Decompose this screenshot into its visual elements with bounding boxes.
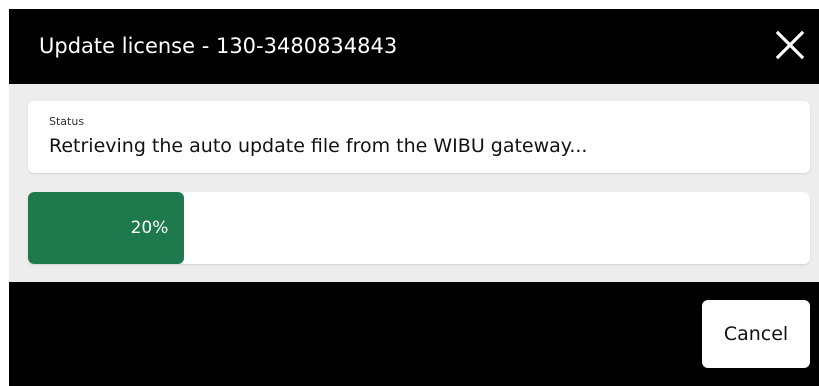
close-icon	[775, 30, 805, 60]
update-license-dialog: Update license - 130-3480834843 Status R…	[9, 9, 819, 386]
dialog-title: Update license - 130-3480834843	[39, 34, 398, 58]
progress-percent: 20%	[130, 218, 169, 238]
status-card: Status Retrieving the auto update file f…	[28, 101, 810, 173]
cancel-button[interactable]: Cancel	[702, 300, 810, 368]
status-message: Retrieving the auto update file from the…	[49, 135, 588, 157]
dialog-body: Status Retrieving the auto update file f…	[9, 84, 819, 282]
progress-fill: 20%	[28, 192, 185, 264]
progress-bar: 20%	[28, 192, 810, 264]
close-button[interactable]	[771, 26, 809, 64]
status-label: Status	[49, 115, 85, 128]
dialog-titlebar: Update license - 130-3480834843	[9, 9, 819, 84]
dialog-footer: Cancel	[9, 282, 819, 386]
